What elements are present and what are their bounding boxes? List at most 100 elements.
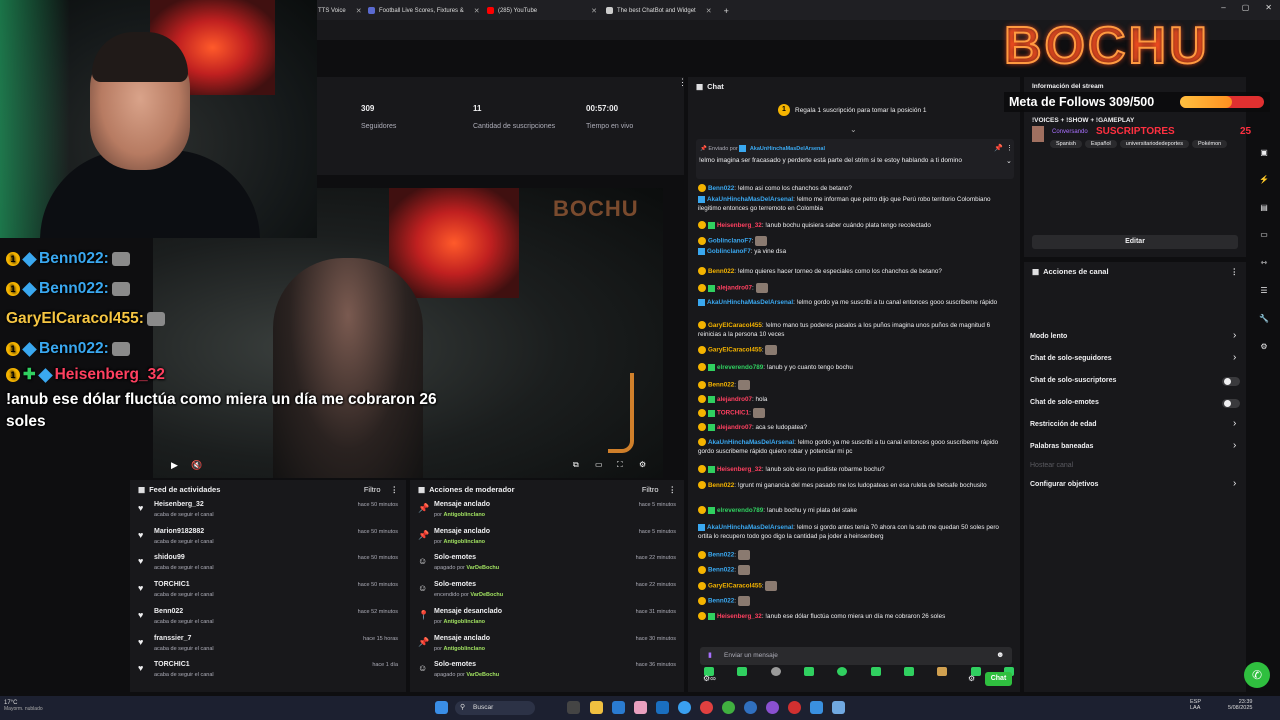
arrows-icon[interactable]: ⇿ [1258,258,1270,270]
weather-widget[interactable]: 17°C Mayorm. nublado [4,700,43,712]
chat-username[interactable]: AkaUnHinchaMasDelArsenal [708,439,794,446]
close-window-button[interactable]: ✕ [1265,3,1272,12]
chrome-icon[interactable] [722,701,735,714]
pip-icon[interactable]: ⧉ [573,460,579,470]
chat-settings-icon[interactable]: ⚙ [968,674,975,683]
chevron-right-icon[interactable]: › [1233,330,1236,341]
app-icon[interactable] [700,701,713,714]
outlook-icon[interactable] [656,701,669,714]
emote-icon[interactable] [870,667,881,676]
chat-username[interactable]: Benn022 [708,482,734,489]
channel-action-item[interactable]: Palabras baneadas [1030,443,1093,450]
minimize-button[interactable]: – [1221,3,1225,12]
chat-message[interactable]: Heisenberg_32: !anub bochu quisiera sabe… [698,221,1013,230]
tag[interactable]: universitariodedeportes [1119,140,1189,148]
chat-username[interactable]: Benn022 [708,552,734,559]
chat-username[interactable]: GaryElCaracol455 [708,583,762,590]
chrome-icon[interactable] [744,701,757,714]
chat-username[interactable]: Heisenberg_32 [717,466,762,473]
activity-user[interactable]: franssier_7 [154,635,191,642]
emote-icon[interactable] [837,667,848,676]
close-tab-icon[interactable]: ✕ [591,7,597,15]
chat-message[interactable]: AkaUnHinchaMasDelArsenal: !elmo gordo ya… [698,298,1013,307]
activity-user[interactable]: TORCHIC1 [154,581,190,588]
chat-message[interactable]: TORCHIC1: [698,408,1013,418]
browser-tab-tts[interactable]: TTS Voice ✕ [318,3,364,18]
chat-message[interactable]: elreverendo789: !anub bochu y mi plata d… [698,506,1013,515]
close-tab-icon[interactable]: ✕ [474,7,480,15]
activity-user[interactable]: Benn022 [154,608,183,615]
activity-feed-row[interactable]: ♥ TORCHIC1 acaba de seguir el canal hace 1 … [130,658,406,685]
emote-picker-icon[interactable]: ☻ [996,650,1004,659]
mod-action-row[interactable]: 📌 Mensaje anclado por Antigoblinclano hace … [410,525,684,552]
start-icon[interactable] [435,701,448,714]
browser-tab-youtube[interactable]: (285) YouTube ✕ [487,3,597,18]
channel-action-item[interactable]: Chat de solo-suscriptores [1030,377,1116,384]
chat-username[interactable]: alejandro07 [717,424,752,431]
chat-message[interactable]: GaryElCaracol455: [698,581,1013,591]
chevron-down-icon[interactable]: ⌄ [850,125,857,134]
activity-user[interactable]: Heisenberg_32 [154,501,204,508]
app-icon[interactable] [788,701,801,714]
emote-icon[interactable] [770,667,781,676]
chat-message[interactable]: Benn022: [698,380,1013,390]
doc-icon[interactable]: ▤ [1258,203,1270,215]
chat-username[interactable]: elreverendo789 [717,507,763,514]
chat-username[interactable]: GaryElCaracol455 [708,347,762,354]
chat-username[interactable]: Benn022 [708,382,734,389]
more-options-icon[interactable]: ⋮ [1231,267,1239,276]
mod-action-user[interactable]: Antigoblinclano [443,619,485,625]
mod-action-user[interactable]: VarDeBochu [466,672,499,678]
mod-action-row[interactable]: ☺ Solo-emotes apagado por VarDeBochu hace 2… [410,551,684,578]
chat-message[interactable]: GaryElCaracol455: [698,345,1013,355]
app-icon[interactable] [766,701,779,714]
emote-icon[interactable] [803,667,814,676]
side-icon-1[interactable]: ▣ [1258,148,1270,160]
browser-tab-football[interactable]: Football Live Scores, Fixtures & ✕ [368,3,480,18]
points-icon[interactable]: ⚙∞ [703,674,716,683]
activity-feed-row[interactable]: ♥ TORCHIC1 acaba de seguir el canal hace 50… [130,578,406,605]
more-options-icon[interactable]: ⋮ [669,485,677,494]
play-icon[interactable]: ▶ [171,460,178,471]
chat-message[interactable]: AkaUnHinchaMasDelArsenal: !elmo gordo ya… [698,438,1013,456]
chat-username[interactable]: alejandro07 [717,396,752,403]
store-icon[interactable] [612,701,625,714]
mod-action-row[interactable]: ☺ Solo-emotes encendido por VarDeBochu hace… [410,578,684,605]
chat-message[interactable]: Benn022: !elmo quieres hacer torneo de e… [698,267,1013,276]
mod-action-user[interactable]: VarDeBochu [466,565,499,571]
chat-username[interactable]: Benn022 [708,598,734,605]
taskbar-clock[interactable]: 23:39 5/08/2025 [1228,699,1252,711]
activity-feed-row[interactable]: ♥ Marion9182882 acaba de seguir el canal ha… [130,525,406,552]
task-view-icon[interactable] [567,701,580,714]
emote-icon[interactable] [903,667,914,676]
lightning-icon[interactable]: ⚡ [1258,175,1270,187]
chat-message[interactable]: alejandro07: hola [698,395,1013,404]
chat-username[interactable]: elreverendo789 [717,364,763,371]
toggle-switch[interactable] [1222,399,1240,408]
pin-toggle-icon[interactable]: 📌 [994,144,1003,152]
chat-message[interactable]: Benn022: [698,596,1013,606]
chevron-right-icon[interactable]: › [1233,478,1236,489]
mod-action-user[interactable]: Antigoblinclano [443,646,485,652]
app-icon[interactable] [832,701,845,714]
bits-icon[interactable]: ▮ [708,651,712,659]
chevron-right-icon[interactable]: › [1233,418,1236,429]
emote-icon[interactable] [737,667,748,676]
close-tab-icon[interactable]: ✕ [706,7,712,15]
wrench-icon[interactable]: 🔧 [1258,314,1270,326]
channel-action-item[interactable]: Modo lento [1030,333,1067,340]
activity-filter-button[interactable]: Filtro [364,485,381,494]
chat-username[interactable]: AkaUnHinchaMasDelArsenal [707,299,793,306]
edit-stream-button[interactable]: Editar [1032,235,1238,249]
activity-feed-row[interactable]: ♥ Benn022 acaba de seguir el canal hace 52 … [130,605,406,632]
channel-action-item[interactable]: Chat de solo-seguidores [1030,355,1112,362]
tag[interactable]: Pokémon [1191,140,1228,148]
mod-action-row[interactable]: 📌 Mensaje anclado por Antigoblinclano hace … [410,498,684,525]
edge-icon[interactable] [678,701,691,714]
chat-message[interactable]: Benn022: !elmo asi como los chanchos de … [698,184,1013,193]
mod-action-user[interactable]: Antigoblinclano [443,512,485,518]
chat-username[interactable]: GaryElCaracol455 [708,322,762,329]
chat-username[interactable]: AkaUnHinchaMasDelArsenal [707,524,793,531]
chat-username[interactable]: Heisenberg_32 [717,222,762,229]
more-options-icon[interactable]: ⋮ [391,485,399,494]
